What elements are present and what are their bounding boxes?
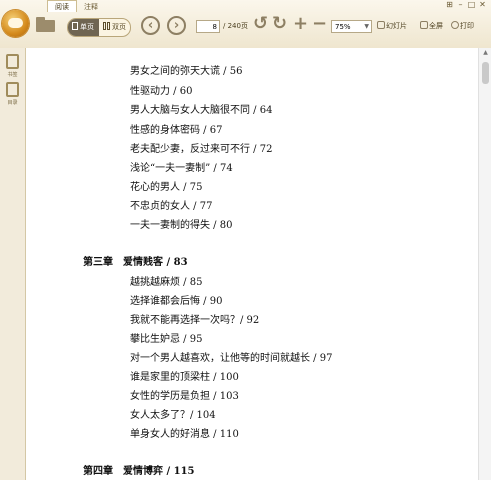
toc-entry[interactable]: 浅论“一夫一妻制” / 74: [130, 159, 233, 174]
toc-entry[interactable]: 谁是家里的顶梁柱 / 100: [130, 368, 239, 383]
zoom-in-icon[interactable]: +: [293, 14, 308, 34]
zoom-out-icon[interactable]: −: [312, 14, 327, 34]
open-folder-icon[interactable]: [36, 17, 56, 32]
chapter-heading[interactable]: 第三章 爱情贱客 / 83: [83, 253, 188, 268]
maximize-icon[interactable]: □: [466, 0, 477, 9]
double-page-button[interactable]: 双页: [99, 19, 130, 36]
fullscreen-button[interactable]: 全屏: [420, 21, 443, 31]
vertical-scrollbar[interactable]: ▲: [478, 48, 491, 480]
print-button[interactable]: 打印: [451, 21, 474, 31]
page-total-label: / 240页: [223, 22, 248, 30]
toc-entry[interactable]: 我就不能再选择一次吗？/ 92: [130, 311, 259, 326]
toc-entry[interactable]: 男女之间的弥天大谎 / 56: [130, 62, 242, 77]
close-icon[interactable]: ✕: [477, 0, 488, 9]
toc-entry[interactable]: 对一个男人越喜欢，让他等的时间就越长 / 97: [130, 349, 332, 364]
ribbon-tabs: 阅读 注释: [47, 0, 105, 12]
print-icon: [451, 21, 459, 29]
toc-entry[interactable]: 花心的男人 / 75: [130, 178, 202, 193]
toc-entry[interactable]: 单身女人的好消息 / 110: [130, 425, 239, 440]
scroll-up-icon[interactable]: ▲: [479, 48, 491, 58]
bookmark-icon: [6, 54, 19, 69]
toc-entry[interactable]: 一夫一妻制的得失 / 80: [130, 216, 232, 231]
sidebar-item-label: 书签: [7, 72, 18, 78]
toc-entry[interactable]: 性感的身体密码 / 67: [130, 121, 222, 136]
chapter-heading[interactable]: 第四章 爱情博弈 / 115: [83, 462, 195, 477]
toc-entry[interactable]: 攀比生妒忌 / 95: [130, 330, 202, 345]
toc-entry[interactable]: 不忠贞的女人 / 77: [130, 197, 212, 212]
tab-annotate[interactable]: 注释: [77, 1, 105, 12]
rotate-left-icon[interactable]: ↺: [253, 14, 268, 34]
toc-entry[interactable]: 女人太多了？/ 104: [130, 406, 216, 421]
menu-icon[interactable]: ⊞: [444, 0, 455, 9]
next-page-icon[interactable]: ›: [167, 16, 186, 35]
window-controls: ⊞ – □ ✕: [444, 0, 488, 9]
slideshow-icon: [377, 21, 385, 29]
minimize-icon[interactable]: –: [455, 0, 466, 9]
toc-icon: [6, 82, 19, 97]
sidebar-item-bookmark[interactable]: 书签: [2, 54, 23, 78]
zoom-select[interactable]: 75% ▼: [331, 20, 372, 33]
toc-entry[interactable]: 越挑越麻烦 / 85: [130, 273, 202, 288]
left-sidebar: 书签 目录: [0, 48, 26, 480]
slideshow-button[interactable]: 幻灯片: [377, 21, 407, 31]
sidebar-item-toc[interactable]: 目录: [2, 82, 23, 106]
sidebar-item-label: 目录: [7, 100, 18, 106]
page-number-input[interactable]: 8: [196, 20, 220, 33]
fullscreen-icon: [420, 21, 428, 29]
toc-entry[interactable]: 女性的学历是负担 / 103: [130, 387, 239, 402]
top-toolbar: 阅读 注释 单页 双页 ‹ › 8 / 240页 ↺ ↻ + − 75% ▼ 幻灯片…: [0, 0, 491, 49]
document-page: 男女之间的弥天大谎 / 56 性驱动力 / 60 男人大脑与女人大脑很不同 / …: [26, 48, 478, 480]
page-mode-toggle: 单页 双页: [67, 18, 131, 37]
prev-page-icon[interactable]: ‹: [141, 16, 160, 35]
app-logo: [2, 10, 29, 37]
scroll-thumb[interactable]: [482, 62, 489, 84]
rotate-right-icon[interactable]: ↻: [272, 14, 287, 34]
toc-entry[interactable]: 男人大脑与女人大脑很不同 / 64: [130, 101, 272, 116]
toc-entry[interactable]: 老夫配少妻，反过来可不行 / 72: [130, 140, 272, 155]
toc-entry[interactable]: 性驱动力 / 60: [130, 82, 192, 97]
toc-entry[interactable]: 选择谁都会后悔 / 90: [130, 292, 222, 307]
tab-read[interactable]: 阅读: [47, 0, 77, 12]
single-page-button[interactable]: 单页: [68, 19, 99, 36]
